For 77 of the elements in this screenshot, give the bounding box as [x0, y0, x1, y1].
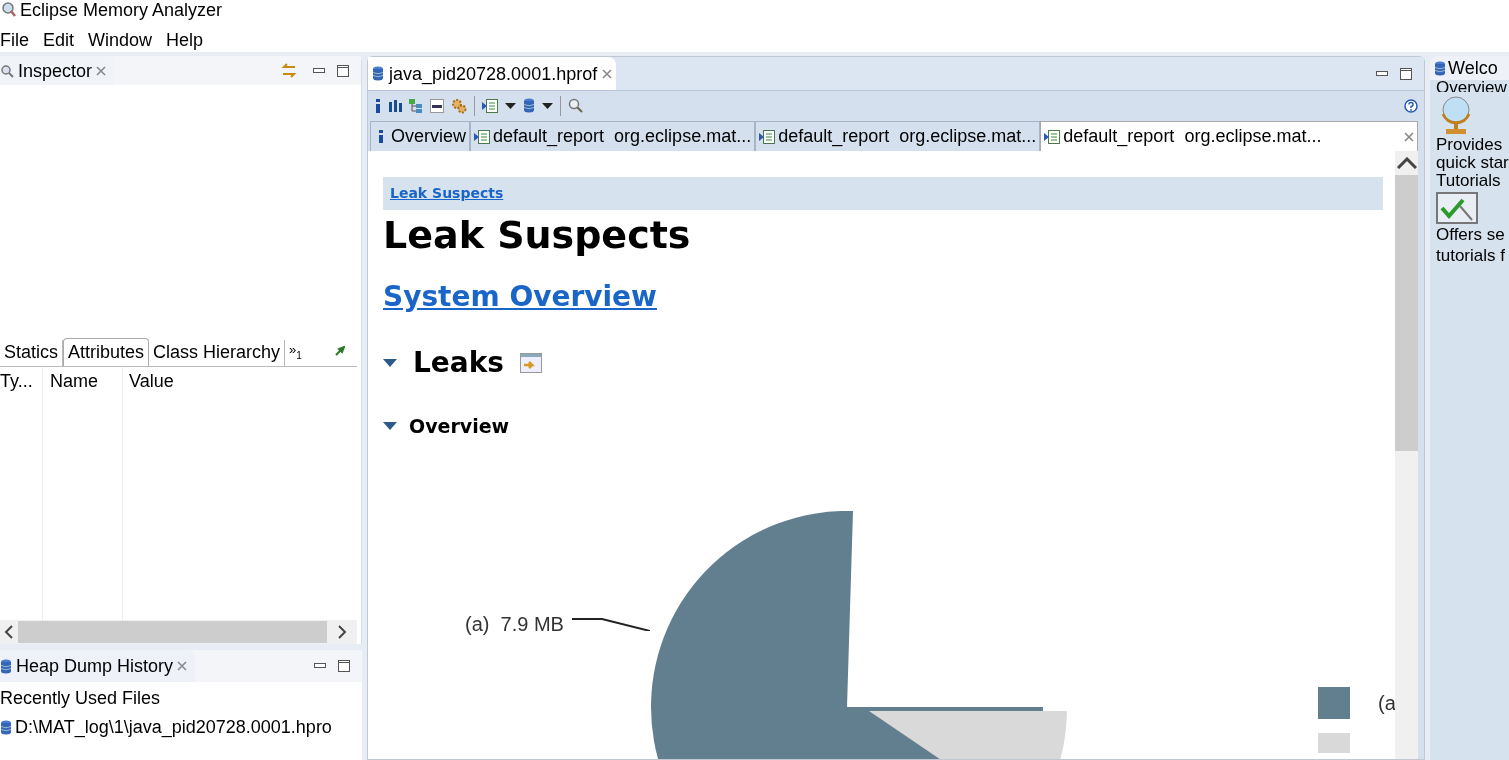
welcome-text: tutorials f	[1436, 245, 1506, 266]
section-heading[interactable]: Overview	[409, 412, 510, 441]
menu-item[interactable]: File	[0, 31, 29, 49]
column-header[interactable]: Name	[50, 370, 98, 391]
column-header[interactable]: Ty...	[0, 370, 33, 391]
help-icon[interactable]	[1404, 98, 1418, 113]
system-overview-link[interactable]: System Overview	[383, 276, 657, 318]
database-search-icon	[1434, 60, 1446, 76]
menu-item[interactable]: Window	[88, 31, 153, 49]
scrollbar-thumb[interactable]	[1395, 175, 1418, 451]
sync-arrows-icon[interactable]	[281, 62, 297, 79]
search-icon[interactable]	[568, 98, 583, 113]
legend-swatch	[1318, 732, 1350, 753]
welcome-text: Offers se	[1436, 224, 1506, 245]
horizontal-scrollbar[interactable]	[0, 620, 357, 644]
menu-item[interactable]: Help	[166, 31, 204, 49]
database-icon	[372, 66, 384, 81]
database-icon	[0, 720, 12, 735]
vertical-scrollbar[interactable]	[1395, 151, 1418, 759]
report-tab[interactable]: default_report org.eclipse.mat...	[755, 121, 1041, 151]
close-icon[interactable]	[602, 68, 613, 79]
report-icon	[482, 98, 498, 113]
report-icon	[474, 129, 490, 144]
gears-icon[interactable]	[451, 97, 467, 114]
maximize-icon[interactable]	[338, 660, 350, 672]
legend-label: (a	[1378, 690, 1395, 716]
legend-swatch	[1318, 686, 1350, 719]
report-tab[interactable]: default_report org.eclipse.mat...	[470, 121, 756, 151]
history-database-icon	[0, 658, 12, 674]
scrollbar-thumb[interactable]	[18, 621, 327, 643]
column-header[interactable]: Value	[129, 370, 174, 391]
close-icon[interactable]	[96, 65, 107, 76]
bar-chart-icon[interactable]	[389, 99, 402, 112]
breadcrumb-link[interactable]: Leak Suspects	[390, 183, 504, 204]
collapse-triangle-icon[interactable]	[383, 421, 397, 432]
dropdown-caret-icon[interactable]	[542, 102, 553, 109]
more-tabs-count: 1	[296, 350, 302, 361]
scroll-left-icon[interactable]	[4, 625, 14, 639]
info-icon[interactable]	[374, 98, 382, 113]
welcome-text: Tutorials	[1436, 172, 1502, 190]
minimize-icon[interactable]	[314, 663, 326, 669]
maximize-icon[interactable]	[1400, 67, 1412, 80]
magnifier-icon	[0, 2, 16, 18]
report-icon	[1044, 129, 1061, 144]
page-heading: Leak Suspects	[383, 212, 691, 259]
tree-icon[interactable]	[409, 98, 423, 113]
minimize-icon[interactable]	[1376, 70, 1388, 77]
magnifier-icon	[0, 63, 14, 78]
scroll-up-icon[interactable]	[1396, 157, 1417, 169]
welcome-text: Provides	[1436, 136, 1504, 154]
report-tab[interactable]: Overview	[370, 121, 470, 151]
minimize-icon[interactable]	[313, 67, 325, 74]
close-icon[interactable]	[1404, 131, 1414, 142]
report-tab[interactable]: default_report org.eclipse.mat...	[1040, 121, 1418, 151]
file-list-item[interactable]: D:\MAT_log\1\java_pid20728.0001.hpro	[0, 714, 362, 741]
scroll-right-icon[interactable]	[337, 625, 347, 639]
editor-tab[interactable]: java_pid20728.0001.hprof	[368, 57, 617, 90]
pin-icon[interactable]	[335, 345, 345, 356]
chart-label: (a) 7.9 MB	[465, 611, 564, 637]
menu-item[interactable]: Edit	[43, 31, 75, 49]
inspector-tab[interactable]: Attributes	[63, 337, 150, 366]
maximize-icon[interactable]	[337, 64, 349, 77]
oql-icon[interactable]	[430, 98, 444, 113]
checkmark-chart-icon	[1436, 192, 1478, 224]
dropdown-caret-icon[interactable]	[505, 102, 516, 109]
collapse-triangle-icon[interactable]	[383, 358, 397, 368]
close-icon[interactable]	[177, 661, 188, 671]
inspector-tab[interactable]: Class Hierarchy	[149, 339, 286, 366]
heap-dump-history-tab[interactable]: Heap Dump History	[0, 650, 196, 682]
database-gear-icon	[523, 98, 535, 113]
section-heading[interactable]: Leaks	[413, 342, 504, 384]
info-icon	[378, 130, 384, 143]
welcome-text: quick star	[1436, 154, 1509, 172]
report-icon	[759, 129, 776, 144]
section-label: Recently Used Files	[0, 687, 162, 710]
more-tabs-chevron[interactable]: »	[289, 342, 297, 356]
window-title: Eclipse Memory Analyzer	[20, 1, 223, 19]
